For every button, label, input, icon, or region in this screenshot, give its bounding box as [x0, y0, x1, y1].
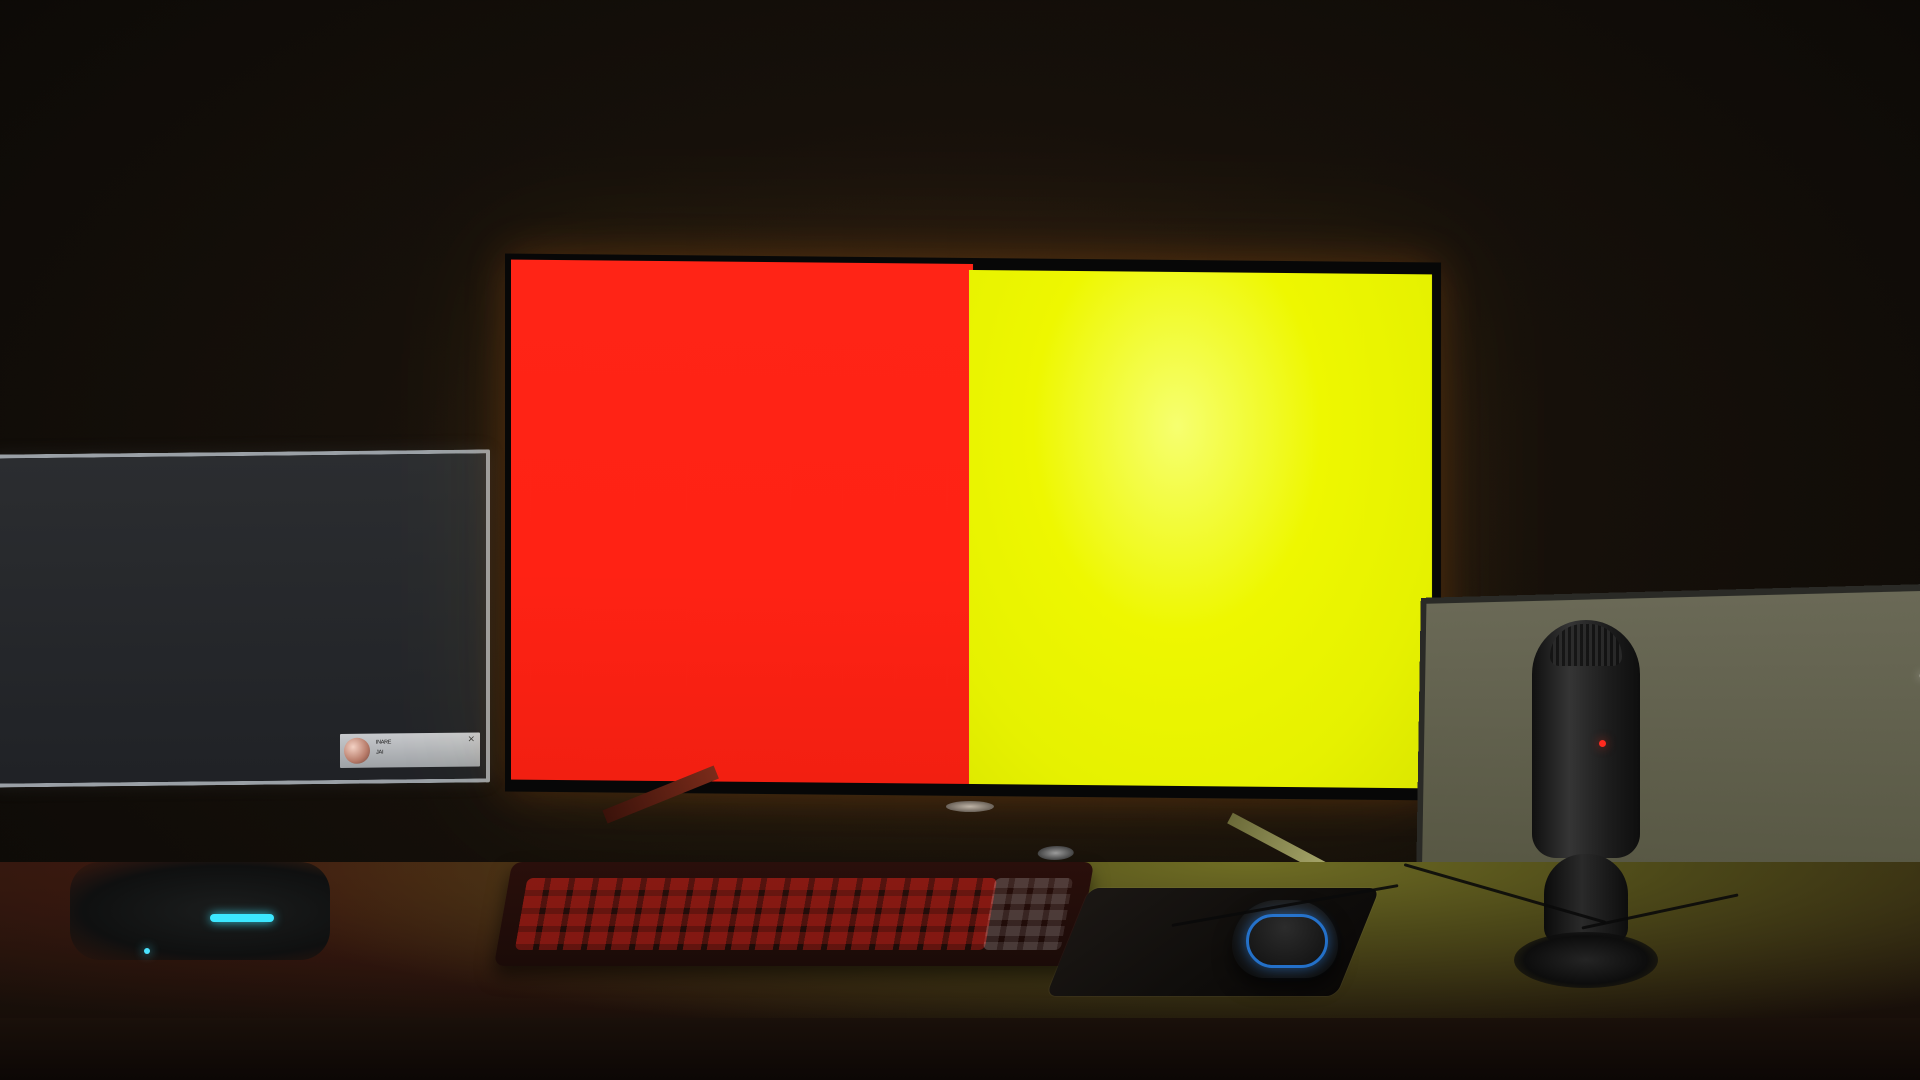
cyan-dot	[144, 948, 150, 954]
monitor-yellow-half	[969, 270, 1432, 788]
notification-toast: ᴵᴺᴬᴿᴱ ᴶᴬᴵ ×	[340, 732, 480, 767]
left-monitor: ᴵᴺᴬᴿᴱ ᴶᴬᴵ ×	[0, 449, 490, 787]
microphone-led	[1599, 740, 1606, 747]
keyboard-keys	[515, 878, 998, 950]
keyboard	[494, 862, 1094, 966]
toast-title: ᴵᴺᴬᴿᴱ	[376, 738, 391, 748]
toast-subtitle: ᴶᴬᴵ	[376, 748, 391, 758]
desk-edge	[0, 1018, 1920, 1080]
main-monitor	[505, 254, 1441, 801]
microphone-base	[1514, 932, 1658, 988]
left-peripheral	[70, 862, 330, 960]
toast-text: ᴵᴺᴬᴿᴱ ᴶᴬᴵ	[376, 738, 391, 758]
microphone-stand	[1544, 854, 1628, 944]
mouse-blue-lighting	[1246, 914, 1328, 968]
left-monitor-screen: ᴵᴺᴬᴿᴱ ᴶᴬᴵ ×	[0, 453, 486, 783]
keyboard-numpad	[983, 878, 1074, 950]
cyan-light	[210, 914, 274, 922]
close-icon: ×	[467, 735, 475, 745]
monitor-red-half	[511, 260, 973, 784]
avatar	[344, 738, 370, 764]
monitor-logo	[946, 801, 994, 812]
